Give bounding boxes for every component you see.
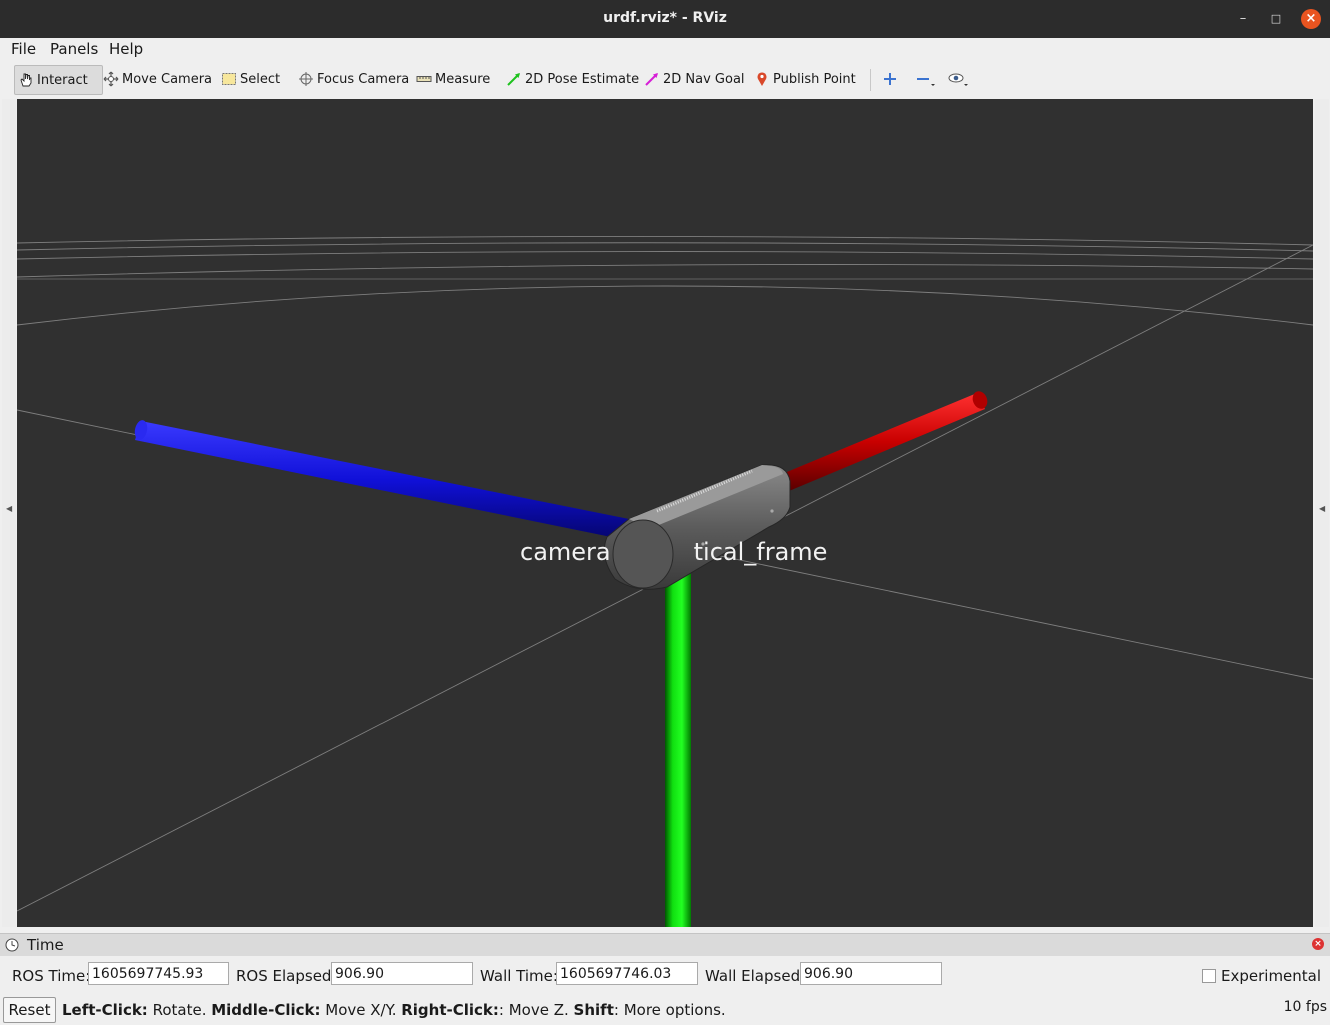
map-pin-icon bbox=[757, 72, 767, 86]
time-panel-header: Time × bbox=[0, 933, 1330, 956]
toolbar-separator bbox=[870, 69, 871, 91]
move-camera-icon bbox=[103, 71, 119, 87]
tool-focus-camera[interactable]: Focus Camera bbox=[298, 65, 409, 93]
add-tool-button[interactable] bbox=[882, 65, 898, 93]
tool-2d-pose-estimate-label: 2D Pose Estimate bbox=[525, 71, 640, 87]
window-title: urdf.rviz* - RViz bbox=[603, 10, 727, 26]
hint-move-xy: Move X/Y. bbox=[320, 1001, 402, 1019]
panel-close-icon[interactable]: × bbox=[1312, 938, 1324, 950]
experimental-label: Experimental bbox=[1221, 967, 1322, 985]
status-bar: Reset Left-Click: Rotate. Middle-Click: … bbox=[0, 994, 1330, 1025]
status-hint: Left-Click: Rotate. Middle-Click: Move X… bbox=[62, 1001, 726, 1019]
wall-time-label: Wall Time: bbox=[480, 967, 558, 985]
tool-2d-pose-estimate[interactable]: 2D Pose Estimate bbox=[506, 65, 639, 93]
hint-left-click: Left-Click: bbox=[62, 1001, 148, 1019]
tool-2d-nav-goal[interactable]: 2D Nav Goal bbox=[644, 65, 745, 93]
maximize-icon[interactable]: □ bbox=[1266, 9, 1286, 29]
wall-elapsed-field[interactable]: 906.90 bbox=[800, 962, 942, 985]
hand-icon bbox=[20, 73, 32, 87]
time-panel: ROS Time: 1605697745.93 ROS Elapsed: 906… bbox=[0, 956, 1330, 994]
add-tool-icon bbox=[884, 73, 896, 85]
scene-render bbox=[17, 236, 1313, 927]
tool-select-label: Select bbox=[240, 71, 281, 87]
render-viewport[interactable] bbox=[17, 99, 1313, 927]
frame-label-right: tical_frame bbox=[693, 538, 828, 566]
focus-target-icon bbox=[299, 72, 313, 86]
chevron-left-icon: ◀ bbox=[6, 504, 13, 513]
reset-button[interactable]: Reset bbox=[3, 997, 56, 1023]
tool-interact[interactable]: Interact bbox=[14, 65, 103, 95]
camera-model bbox=[603, 464, 791, 590]
wall-time-field[interactable]: 1605697746.03 bbox=[556, 962, 698, 985]
left-dock-handle[interactable]: ◀ bbox=[2, 99, 16, 927]
wall-elapsed-label: Wall Elapsed: bbox=[705, 967, 806, 985]
hint-shift: Shift bbox=[573, 1001, 614, 1019]
menu-bar: File Panels Help bbox=[0, 38, 1330, 60]
remove-tool-icon bbox=[917, 78, 935, 86]
clock-icon bbox=[5, 938, 19, 952]
tool-2d-nav-goal-label: 2D Nav Goal bbox=[663, 71, 745, 87]
experimental-checkbox[interactable] bbox=[1202, 969, 1216, 983]
hint-right-click: Right-Click: bbox=[401, 1001, 499, 1019]
frame-label-left: camera bbox=[520, 538, 611, 566]
hint-move-z: : Move Z. bbox=[498, 1001, 574, 1019]
menu-help[interactable]: Help bbox=[109, 40, 143, 58]
tool-move-camera[interactable]: Move Camera bbox=[103, 65, 212, 93]
hint-rotate: Rotate. bbox=[147, 1001, 212, 1019]
hint-middle-click: Middle-Click: bbox=[211, 1001, 321, 1019]
ros-elapsed-field[interactable]: 906.90 bbox=[331, 962, 473, 985]
view-options-button[interactable] bbox=[947, 65, 971, 93]
close-icon[interactable]: × bbox=[1301, 9, 1321, 29]
tool-measure-label: Measure bbox=[435, 71, 491, 87]
select-box-icon bbox=[222, 73, 236, 85]
ruler-icon bbox=[416, 76, 432, 82]
frame-label: camera tical_frame bbox=[520, 538, 827, 566]
fps-counter: 10 fps bbox=[1283, 999, 1327, 1015]
remove-tool-button[interactable] bbox=[915, 65, 937, 93]
z-axis-rod bbox=[134, 420, 629, 539]
tool-publish-point-label: Publish Point bbox=[773, 71, 856, 87]
menu-panels[interactable]: Panels bbox=[50, 40, 98, 58]
tool-publish-point[interactable]: Publish Point bbox=[754, 65, 856, 93]
menu-file[interactable]: File bbox=[11, 40, 36, 58]
hint-more: : More options. bbox=[613, 1001, 726, 1019]
eye-icon bbox=[948, 73, 968, 86]
ros-time-field[interactable]: 1605697745.93 bbox=[88, 962, 229, 985]
right-dock-handle[interactable]: ◀ bbox=[1315, 99, 1329, 927]
chevron-right-icon: ◀ bbox=[1319, 504, 1326, 513]
toolbar: Interact Move Camera Select Focus Camera… bbox=[0, 60, 1330, 98]
ros-elapsed-label: ROS Elapsed: bbox=[236, 967, 337, 985]
tool-focus-camera-label: Focus Camera bbox=[317, 71, 410, 87]
y-axis-rod bbox=[665, 569, 691, 927]
time-panel-title: Time bbox=[27, 936, 64, 954]
ros-time-label: ROS Time: bbox=[12, 967, 91, 985]
x-axis-rod bbox=[782, 391, 988, 491]
tool-select[interactable]: Select bbox=[221, 65, 280, 93]
magenta-arrow-icon bbox=[645, 73, 658, 86]
green-arrow-icon bbox=[507, 73, 520, 86]
tool-interact-label: Interact bbox=[37, 72, 88, 88]
minimize-icon[interactable]: – bbox=[1233, 9, 1253, 29]
tool-measure[interactable]: Measure bbox=[416, 65, 490, 93]
title-bar: urdf.rviz* - RViz – □ × bbox=[0, 0, 1330, 38]
tool-move-camera-label: Move Camera bbox=[122, 71, 213, 87]
